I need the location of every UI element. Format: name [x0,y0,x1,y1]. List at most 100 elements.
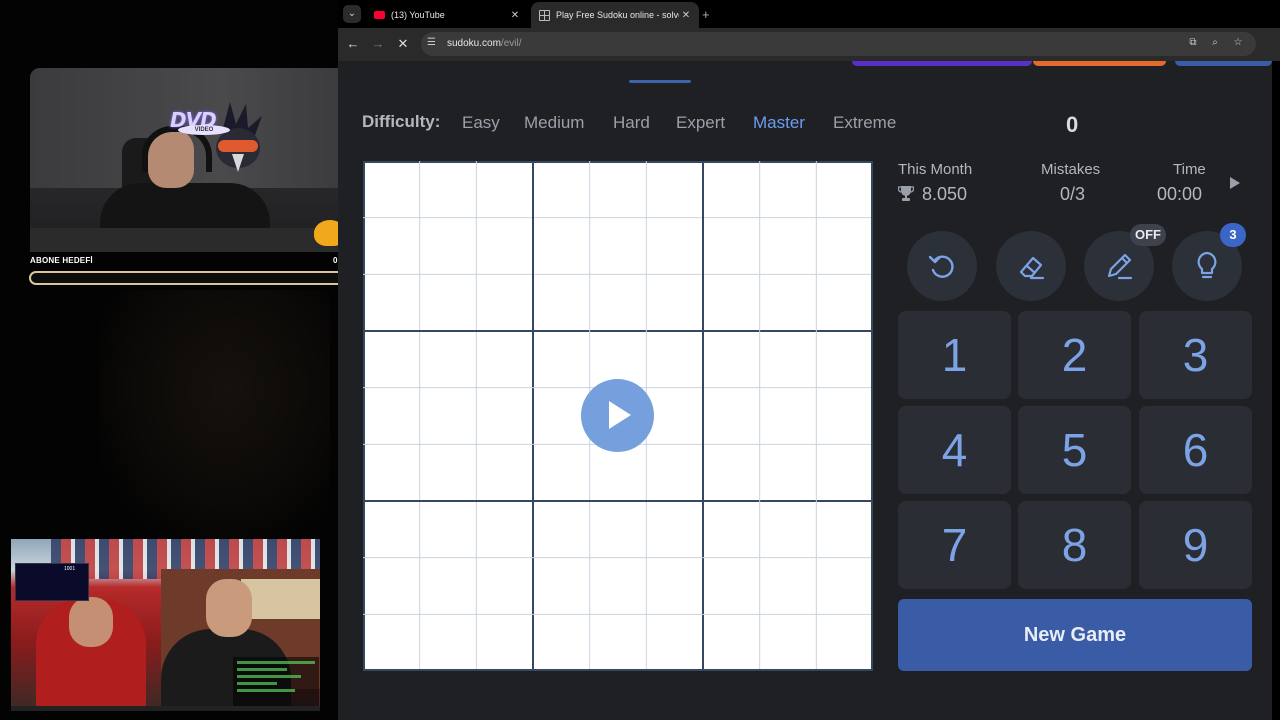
sudoku-cell-r5c8[interactable] [759,387,817,445]
sudoku-cell-r8c9[interactable] [816,557,873,615]
sudoku-cell-r3c7[interactable] [703,274,760,331]
sudoku-cell-r5c9[interactable] [816,387,873,445]
sudoku-cell-r4c4[interactable] [533,331,590,388]
sudoku-cell-r3c6[interactable] [646,274,703,331]
sudoku-cell-r6c2[interactable] [419,444,477,501]
close-icon[interactable]: ✕ [679,10,693,21]
sudoku-cell-r6c5[interactable] [589,444,647,501]
sudoku-cell-r3c9[interactable] [816,274,873,331]
sudoku-cell-r9c7[interactable] [703,614,760,671]
sudoku-cell-r9c6[interactable] [646,614,703,671]
new-tab-button[interactable]: + [702,7,710,22]
sudoku-cell-r7c3[interactable] [476,501,533,558]
sudoku-cell-r8c1[interactable] [363,557,420,615]
number-key-6[interactable]: 6 [1139,406,1252,494]
sudoku-cell-r6c7[interactable] [703,444,760,501]
sudoku-cell-r7c2[interactable] [419,501,477,558]
sudoku-cell-r2c3[interactable] [476,217,533,275]
sudoku-cell-r3c2[interactable] [419,274,477,331]
sudoku-cell-r7c6[interactable] [646,501,703,558]
sudoku-cell-r1c1[interactable] [363,161,420,218]
tab-sudoku[interactable]: Play Free Sudoku online - solve ✕ [531,2,699,28]
sudoku-cell-r5c6[interactable] [646,387,703,445]
stop-loading-icon[interactable]: ✕ [394,35,412,53]
sudoku-cell-r8c6[interactable] [646,557,703,615]
close-icon[interactable]: ✕ [508,10,522,21]
sudoku-cell-r7c5[interactable] [589,501,647,558]
sudoku-cell-r2c2[interactable] [419,217,477,275]
sudoku-cell-r7c8[interactable] [759,501,817,558]
sudoku-cell-r2c9[interactable] [816,217,873,275]
sudoku-cell-r1c2[interactable] [419,161,477,218]
zoom-icon[interactable]: ⌕ [1208,36,1222,50]
number-key-9[interactable]: 9 [1139,501,1252,589]
sudoku-cell-r3c1[interactable] [363,274,420,331]
sudoku-cell-r7c1[interactable] [363,501,420,558]
sudoku-cell-r2c4[interactable] [533,217,590,275]
sudoku-cell-r2c7[interactable] [703,217,760,275]
sudoku-cell-r5c3[interactable] [476,387,533,445]
sudoku-cell-r7c7[interactable] [703,501,760,558]
number-key-1[interactable]: 1 [898,311,1011,399]
difficulty-master[interactable]: Master [753,113,805,133]
sudoku-cell-r9c9[interactable] [816,614,873,671]
sudoku-cell-r7c9[interactable] [816,501,873,558]
sudoku-cell-r5c1[interactable] [363,387,420,445]
timer-play-icon[interactable] [1225,174,1243,192]
sudoku-cell-r7c4[interactable] [533,501,590,558]
sudoku-cell-r6c4[interactable] [533,444,590,501]
difficulty-hard[interactable]: Hard [613,113,650,133]
sudoku-cell-r3c4[interactable] [533,274,590,331]
sudoku-cell-r8c7[interactable] [703,557,760,615]
sudoku-cell-r1c7[interactable] [703,161,760,218]
bookmark-star-icon[interactable]: ☆ [1231,36,1245,50]
erase-button[interactable] [996,231,1066,301]
sudoku-cell-r4c9[interactable] [816,331,873,388]
sudoku-cell-r1c5[interactable] [589,161,647,218]
sudoku-cell-r2c5[interactable] [589,217,647,275]
sudoku-cell-r2c1[interactable] [363,217,420,275]
sudoku-cell-r8c5[interactable] [589,557,647,615]
sudoku-cell-r9c8[interactable] [759,614,817,671]
site-info-icon[interactable]: ☰ [427,37,439,49]
sudoku-cell-r2c8[interactable] [759,217,817,275]
number-key-5[interactable]: 5 [1018,406,1131,494]
sudoku-cell-r4c6[interactable] [646,331,703,388]
sudoku-cell-r8c3[interactable] [476,557,533,615]
sudoku-cell-r4c1[interactable] [363,331,420,388]
difficulty-medium[interactable]: Medium [524,113,584,133]
number-key-8[interactable]: 8 [1018,501,1131,589]
sudoku-cell-r4c2[interactable] [419,331,477,388]
sudoku-cell-r5c7[interactable] [703,387,760,445]
address-bar[interactable] [421,32,1256,56]
sudoku-cell-r8c8[interactable] [759,557,817,615]
sudoku-cell-r3c3[interactable] [476,274,533,331]
number-key-4[interactable]: 4 [898,406,1011,494]
sudoku-cell-r6c8[interactable] [759,444,817,501]
sudoku-cell-r9c4[interactable] [533,614,590,671]
tab-search-button[interactable]: ⌄ [343,5,361,23]
sudoku-cell-r3c8[interactable] [759,274,817,331]
sudoku-cell-r9c5[interactable] [589,614,647,671]
sudoku-cell-r6c1[interactable] [363,444,420,501]
back-arrow-icon[interactable]: ← [344,35,362,53]
sudoku-cell-r4c7[interactable] [703,331,760,388]
forward-arrow-icon[interactable]: → [369,35,387,53]
sudoku-cell-r1c8[interactable] [759,161,817,218]
sudoku-cell-r1c3[interactable] [476,161,533,218]
sudoku-cell-r6c6[interactable] [646,444,703,501]
sudoku-cell-r8c4[interactable] [533,557,590,615]
number-key-3[interactable]: 3 [1139,311,1252,399]
sudoku-cell-r3c5[interactable] [589,274,647,331]
number-key-2[interactable]: 2 [1018,311,1131,399]
tab-youtube[interactable]: (13) YouTube ✕ [366,2,528,28]
sudoku-cell-r1c9[interactable] [816,161,873,218]
sudoku-cell-r6c3[interactable] [476,444,533,501]
sudoku-cell-r6c9[interactable] [816,444,873,501]
difficulty-expert[interactable]: Expert [676,113,725,133]
sudoku-cell-r9c2[interactable] [419,614,477,671]
sudoku-cell-r4c8[interactable] [759,331,817,388]
new-game-button[interactable]: New Game [898,599,1252,671]
sudoku-cell-r9c1[interactable] [363,614,420,671]
resume-play-button[interactable] [581,379,654,452]
